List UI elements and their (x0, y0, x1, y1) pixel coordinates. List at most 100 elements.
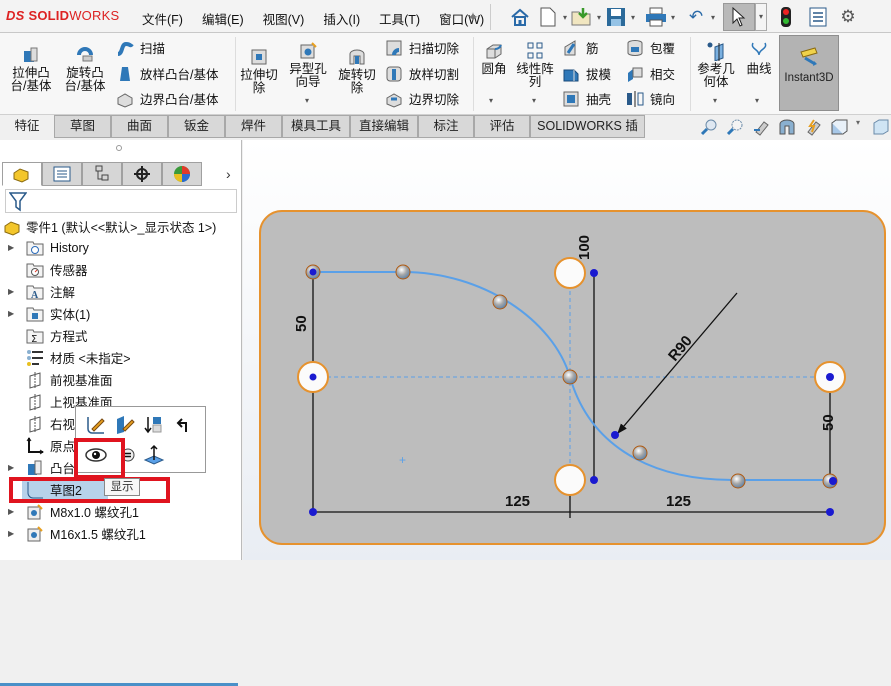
fillet-dropdown[interactable]: ▾ (489, 96, 493, 105)
panel-grip-handle[interactable] (116, 145, 122, 151)
display-style-dropdown[interactable]: ▾ (856, 118, 864, 136)
expand-arrow-icon[interactable]: ▶ (8, 507, 14, 516)
select-dropdown[interactable]: ▾ (755, 3, 767, 31)
menu-insert[interactable]: 插入(I) (323, 9, 360, 28)
dim-left-50[interactable]: 50 (293, 315, 310, 332)
options-gear-icon[interactable]: ⚙ (837, 6, 859, 28)
rollback-button[interactable] (142, 413, 166, 437)
print-icon[interactable] (645, 6, 667, 28)
dim-bottom-left-125[interactable]: 125 (505, 493, 530, 510)
display-manager-tab[interactable] (162, 162, 202, 186)
tree-item-material[interactable]: 材质 <未指定> (0, 347, 240, 368)
tree-item-annotations[interactable]: ▶ A 注解 (0, 281, 240, 302)
menu-edit[interactable]: 编辑(E) (202, 9, 244, 28)
property-manager-tab[interactable] (42, 162, 82, 186)
menu-view[interactable]: 视图(V) (263, 9, 305, 28)
extrude-boss-button[interactable]: 拉伸凸 台/基体 (8, 45, 54, 93)
tree-filter[interactable] (5, 189, 237, 213)
configuration-manager-tab[interactable] (82, 162, 122, 186)
dim-top-100[interactable]: 100 (576, 235, 593, 260)
zoom-to-fit-icon[interactable] (700, 118, 718, 136)
zoom-to-area-icon[interactable] (726, 118, 744, 136)
tree-item-front-plane[interactable]: 前视基准面 (0, 369, 240, 390)
revolve-boss-button[interactable]: 旋转凸 台/基体 (60, 45, 110, 93)
file-properties-icon[interactable] (807, 6, 829, 28)
open-icon[interactable] (571, 6, 593, 28)
hide-show-items-icon[interactable] (872, 118, 890, 136)
section-view-icon[interactable] (778, 118, 796, 136)
home-icon[interactable] (509, 6, 531, 28)
new-document-icon[interactable] (537, 6, 559, 28)
curves-dropdown[interactable]: ▾ (755, 96, 759, 105)
reference-geometry-dropdown[interactable]: ▾ (713, 96, 717, 105)
dimxpert-manager-tab[interactable] (122, 162, 162, 186)
linear-pattern-dropdown[interactable]: ▾ (532, 96, 536, 105)
expand-arrow-icon[interactable]: ▶ (8, 243, 14, 252)
previous-view-icon[interactable] (752, 118, 770, 136)
save-dropdown[interactable]: ▾ (627, 13, 639, 22)
normal-to-button[interactable] (142, 443, 166, 467)
linear-pattern-button[interactable]: 线性阵 列 (513, 41, 557, 89)
tab-solidworks-addins[interactable]: SOLIDWORKS 插件 (530, 115, 645, 154)
expand-arrow-icon[interactable]: ▶ (8, 309, 14, 318)
tab-markup[interactable]: 标注 (418, 115, 474, 138)
rib-button[interactable]: 筋 (562, 38, 599, 57)
expand-arrow-icon[interactable]: ▶ (8, 529, 14, 538)
wrap-button[interactable]: 包覆 (626, 38, 675, 57)
panel-tabs-scroll-arrow[interactable]: › (226, 166, 231, 182)
tree-item-m16-hole[interactable]: ▶ M16x1.5 螺纹孔1 (0, 523, 240, 544)
graphics-area[interactable]: + 50 100 R90 50 125 125 (243, 140, 891, 560)
tab-evaluate[interactable]: 评估 (474, 115, 530, 138)
tree-item-sensors[interactable]: 传感器 (0, 259, 240, 280)
tree-root-part[interactable]: 零件1 (默认<<默认>_显示状态 1>) (0, 216, 240, 237)
print-dropdown[interactable]: ▾ (667, 13, 679, 22)
tab-sheet-metal[interactable]: 钣金 (168, 115, 225, 138)
sweep-cut-button[interactable]: 扫描切除 (385, 38, 459, 57)
parent-child-button[interactable] (172, 413, 196, 437)
edit-sketch-button[interactable] (84, 413, 108, 437)
undo-dropdown[interactable]: ▾ (707, 13, 719, 22)
dim-bottom-right-125[interactable]: 125 (666, 493, 691, 510)
intersect-button[interactable]: 相交 (626, 64, 675, 83)
tab-mold-tools[interactable]: 模具工具 (282, 115, 350, 138)
revolve-cut-button[interactable]: 旋转切 除 (335, 47, 379, 95)
sweep-button[interactable]: 扫描 (116, 38, 165, 57)
expand-arrow-icon[interactable]: ▶ (8, 463, 14, 472)
feature-manager-tab[interactable] (2, 162, 42, 186)
solidworks-logo[interactable]: DS SOLIDWORKS (6, 8, 119, 23)
tab-sketch[interactable]: 草图 (54, 115, 111, 138)
shell-button[interactable]: 抽壳 (562, 89, 611, 108)
menu-file[interactable]: 文件(F) (142, 9, 183, 28)
boundary-cut-button[interactable]: 边界切除 (385, 89, 459, 108)
expand-arrow-icon[interactable]: ▶ (8, 287, 14, 296)
curves-button[interactable]: 曲线 (741, 41, 777, 76)
display-style-icon[interactable] (830, 118, 848, 136)
extrude-cut-button[interactable]: 拉伸切 除 (238, 47, 280, 95)
draft-button[interactable]: 拔模 (562, 64, 611, 83)
mirror-button[interactable]: 镜向 (626, 89, 675, 108)
open-dropdown[interactable]: ▾ (593, 13, 605, 22)
hole-wizard-button[interactable]: 异型孔 向导 (286, 41, 330, 89)
tree-item-solid-bodies[interactable]: ▶ 实体(1) (0, 303, 240, 324)
menu-tools[interactable]: 工具(T) (379, 9, 420, 28)
tab-direct-editing[interactable]: 直接编辑 (350, 115, 418, 138)
tree-item-equations[interactable]: Σ 方程式 (0, 325, 240, 346)
rebuild-icon[interactable] (775, 6, 797, 28)
loft-cut-button[interactable]: 放样切割 (385, 64, 459, 83)
dim-right-50[interactable]: 50 (820, 414, 837, 431)
undo-icon[interactable]: ↶ (685, 6, 707, 28)
fillet-button[interactable]: 圆角 (477, 41, 511, 76)
tab-features[interactable]: 特征 (0, 115, 54, 138)
boundary-boss-button[interactable]: 边界凸台/基体 (116, 89, 218, 108)
instant3d-button[interactable]: Instant3D (779, 35, 839, 111)
edit-feature-button[interactable] (113, 413, 137, 437)
reference-geometry-button[interactable]: 参考几 何体 (694, 41, 738, 89)
view-orientation-icon[interactable] (804, 118, 822, 136)
tree-item-history[interactable]: ▶ History (0, 237, 240, 258)
save-icon[interactable] (605, 6, 627, 28)
tab-weldments[interactable]: 焊件 (225, 115, 282, 138)
loft-boss-button[interactable]: 放样凸台/基体 (116, 64, 218, 83)
tab-surfaces[interactable]: 曲面 (111, 115, 168, 138)
pin-icon[interactable]: ✦ (462, 6, 484, 28)
tree-item-m8-hole[interactable]: ▶ M8x1.0 螺纹孔1 (0, 501, 240, 522)
